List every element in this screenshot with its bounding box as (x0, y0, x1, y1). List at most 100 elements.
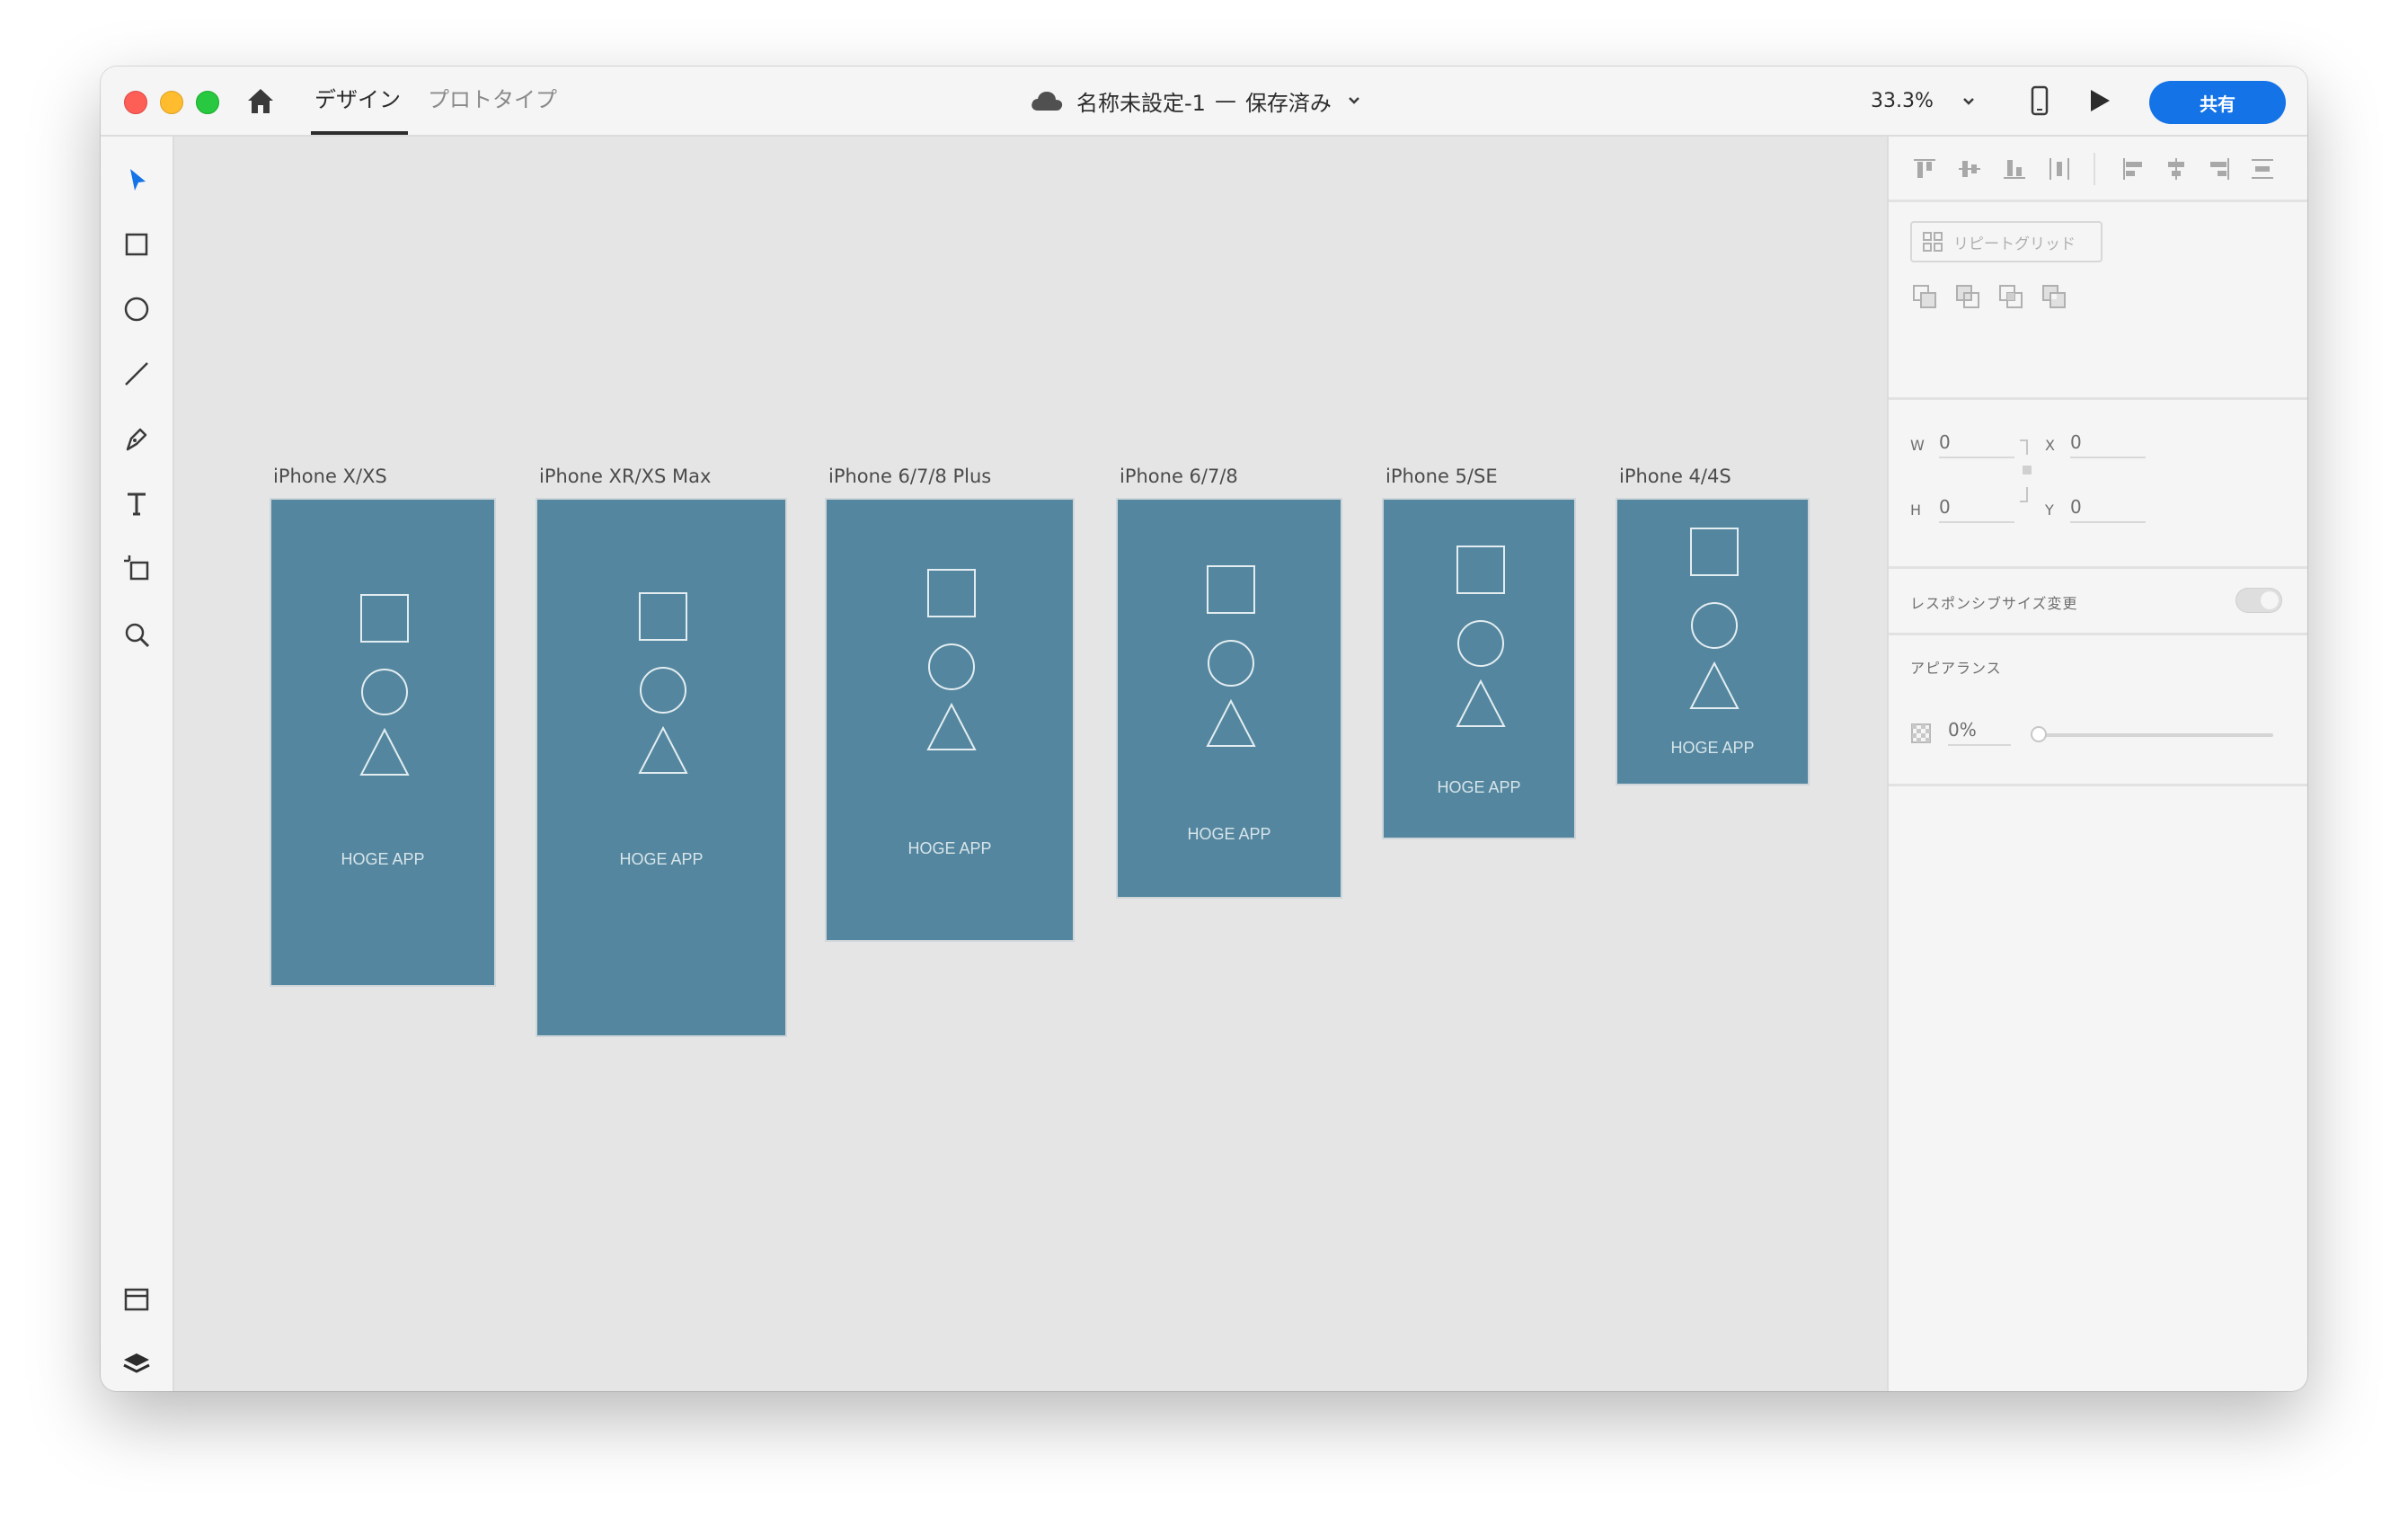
window-close-button[interactable] (124, 91, 147, 114)
distribute-vertical-icon[interactable] (2248, 155, 2277, 183)
app-title-text: HOGE APP (1670, 739, 1755, 757)
ellipse-tool-icon[interactable] (120, 293, 153, 325)
artboard[interactable]: HOGE APP (1116, 498, 1342, 899)
align-center-icon[interactable] (2162, 155, 2191, 183)
distribute-horizontal-icon[interactable] (2045, 155, 2074, 183)
app-title-text: HOGE APP (1187, 825, 1271, 843)
chevron-down-icon (1349, 97, 1359, 104)
opacity-icon (1911, 723, 1931, 743)
opacity-slider-thumb[interactable] (2031, 726, 2047, 742)
artboard-label[interactable]: iPhone 6/7/8 (1120, 466, 1238, 487)
document-title[interactable]: 名称未設定-1 — 保存済み (1030, 83, 1366, 119)
artboard-label[interactable]: iPhone X/XS (273, 466, 387, 487)
window-maximize-button[interactable] (196, 91, 219, 114)
align-right-icon[interactable] (2205, 155, 2234, 183)
share-button[interactable]: 共有 (2149, 81, 2286, 124)
artboard[interactable]: HOGE APP (270, 498, 496, 987)
x-label: X (2045, 437, 2055, 454)
aspect-lock-icon[interactable] (2018, 437, 2032, 505)
boolean-subtract-icon[interactable] (1953, 282, 1982, 311)
text-tool-icon[interactable] (120, 487, 153, 519)
artboard-shapes (359, 594, 410, 776)
circle-shape (1457, 620, 1504, 667)
play-icon[interactable] (2085, 86, 2113, 115)
home-icon[interactable] (244, 84, 277, 117)
app-title-text: HOGE APP (341, 850, 425, 868)
layers-panel-icon[interactable] (120, 1348, 153, 1380)
circle-shape (1691, 602, 1738, 649)
artboard[interactable]: HOGE APP (536, 498, 787, 1037)
panel-divider (1889, 633, 2307, 635)
triangle-shape (359, 727, 410, 776)
xd-window: デザイン プロトタイプ 名称未設定-1 — 保存済み 33.3% 共有 iPho… (101, 67, 2307, 1391)
app-title-text: HOGE APP (619, 850, 704, 868)
square-shape (1690, 528, 1739, 576)
artboard-tool-icon[interactable] (120, 552, 153, 584)
boolean-add-icon[interactable] (1910, 282, 1939, 311)
square-shape (1207, 565, 1255, 614)
triangle-shape (926, 702, 977, 750)
design-canvas[interactable]: iPhone X/XS HOGE APP iPhone XR/XS Max HO… (174, 137, 1887, 1391)
square-shape (1456, 546, 1505, 594)
artboard[interactable]: HOGE APP (825, 498, 1075, 942)
square-shape (639, 592, 687, 641)
title-separator: — (1214, 88, 1236, 113)
repeat-grid-button[interactable]: リピートグリッド (1910, 221, 2103, 262)
panel-divider (1889, 784, 2307, 786)
window-minimize-button[interactable] (160, 91, 183, 114)
repeat-grid-label: リピートグリッド (1953, 235, 2076, 253)
rectangle-tool-icon[interactable] (120, 228, 153, 261)
artboard-label[interactable]: iPhone 6/7/8 Plus (828, 466, 991, 487)
triangle-shape (1456, 679, 1506, 727)
zoom-chevron-down-icon[interactable] (1957, 90, 1980, 113)
align-bottom-icon[interactable] (2000, 155, 2029, 183)
artboard[interactable]: HOGE APP (1382, 498, 1576, 839)
assets-panel-icon[interactable] (120, 1283, 153, 1316)
triangle-shape (1689, 661, 1740, 709)
triangle-shape (638, 725, 688, 774)
triangle-shape (1206, 698, 1256, 747)
appearance-heading: アピアランス (1910, 660, 2002, 677)
width-field[interactable]: 0 (1939, 430, 2014, 458)
tools-toolbar (101, 137, 174, 1391)
zoom-tool-icon[interactable] (120, 618, 153, 651)
artboard-label[interactable]: iPhone 5/SE (1385, 466, 1498, 487)
circle-shape (928, 643, 975, 690)
boolean-intersect-icon[interactable] (1996, 282, 2025, 311)
artboard-label[interactable]: iPhone XR/XS Max (539, 466, 711, 487)
align-left-icon[interactable] (2119, 155, 2147, 183)
save-status: 保存済み (1244, 90, 1332, 116)
panel-divider (1889, 397, 2307, 400)
zoom-level[interactable]: 33.3% (1871, 88, 1934, 115)
app-title-text: HOGE APP (1437, 778, 1521, 796)
opacity-field[interactable]: 0% (1948, 717, 2011, 746)
opacity-slider-track[interactable] (2038, 733, 2273, 737)
document-name: 名称未設定-1 (1076, 90, 1206, 116)
repeat-grid-icon (1923, 232, 1943, 252)
property-inspector: リピートグリッド W 0 X 0 H 0 Y 0 レスポンシブサイズ変更 アピア… (1887, 137, 2307, 1391)
height-field[interactable]: 0 (1939, 494, 2014, 523)
active-tab-indicator (311, 131, 408, 135)
responsive-resize-toggle[interactable] (2235, 588, 2282, 613)
tab-prototype[interactable]: プロトタイプ (428, 84, 557, 115)
line-tool-icon[interactable] (120, 358, 153, 390)
artboard-label[interactable]: iPhone 4/4S (1619, 466, 1731, 487)
circle-shape (640, 667, 686, 714)
app-title-text: HOGE APP (907, 839, 992, 857)
square-shape (360, 594, 409, 643)
pen-tool-icon[interactable] (120, 422, 153, 455)
align-top-icon[interactable] (1910, 155, 1939, 183)
tab-design[interactable]: デザイン (314, 84, 401, 115)
select-tool-icon[interactable] (120, 164, 153, 196)
device-preview-icon[interactable] (2025, 84, 2054, 117)
artboard-shapes (926, 569, 977, 750)
height-label: H (1910, 501, 1922, 519)
panel-divider (1889, 566, 2307, 569)
responsive-resize-label: レスポンシブサイズ変更 (1910, 595, 2078, 612)
x-field[interactable]: 0 (2070, 430, 2146, 458)
y-field[interactable]: 0 (2070, 494, 2146, 523)
artboard[interactable]: HOGE APP (1616, 498, 1810, 785)
boolean-exclude-icon[interactable] (2040, 282, 2068, 311)
panel-divider (2094, 153, 2095, 185)
align-middle-icon[interactable] (1955, 155, 1984, 183)
